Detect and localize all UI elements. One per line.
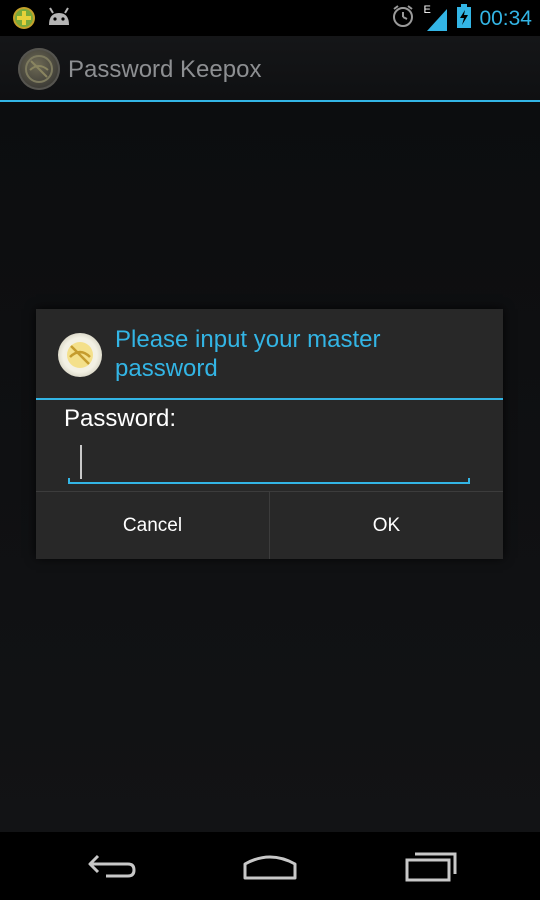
navigation-bar	[0, 832, 540, 900]
action-bar: Password Keepox	[0, 36, 540, 102]
android-debug-icon	[46, 7, 72, 34]
password-input[interactable]	[68, 443, 474, 487]
master-password-dialog: Please input your master password Passwo…	[36, 309, 503, 559]
app-logo-icon[interactable]	[18, 48, 60, 90]
dialog-button-row: Cancel OK	[36, 491, 503, 559]
recent-apps-icon[interactable]	[395, 848, 465, 884]
back-icon[interactable]	[76, 848, 146, 884]
network-type-label: E	[423, 3, 431, 16]
password-label: Password:	[64, 405, 177, 432]
ok-button[interactable]: OK	[269, 492, 503, 559]
app-notification-icon	[12, 6, 36, 35]
cancel-button[interactable]: Cancel	[36, 492, 269, 559]
text-cursor	[80, 445, 82, 479]
battery-charging-icon	[457, 4, 472, 33]
alarm-clock-icon	[391, 4, 415, 33]
status-time: 00:34	[479, 6, 532, 30]
dialog-title-divider	[36, 398, 503, 400]
app-logo-icon	[58, 333, 102, 377]
signal-icon: E	[423, 3, 449, 32]
app-title: Password Keepox	[68, 56, 262, 83]
dialog-header: Please input your master password	[36, 309, 503, 398]
status-bar: E 00:34	[0, 0, 540, 36]
home-icon[interactable]	[235, 848, 305, 884]
password-input-underline	[68, 478, 470, 484]
dialog-title: Please input your master password	[115, 326, 381, 382]
